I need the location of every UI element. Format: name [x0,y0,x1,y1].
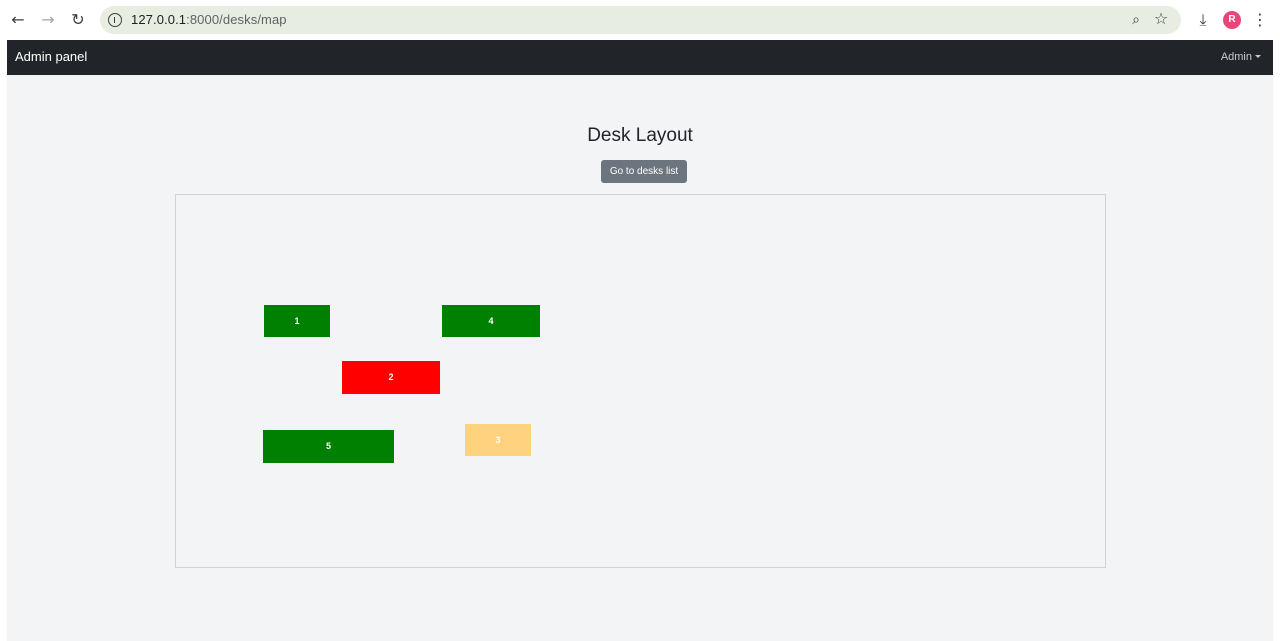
zoom-icon[interactable]: ⌕ [1126,10,1146,30]
bookmark-star-icon[interactable]: ☆ [1151,9,1171,29]
top-navbar: Admin panel Admin [7,40,1273,75]
url-host: 127.0.0.1 [131,12,187,27]
download-icon[interactable]: ⤓ [1192,9,1214,31]
desk-label: 1 [294,316,300,326]
admin-dropdown[interactable]: Admin [1221,51,1261,63]
reload-icon[interactable]: ↻ [67,9,89,31]
page-title: Desk Layout [587,125,693,146]
desk-5[interactable]: 5 [263,430,394,463]
admin-dropdown-label: Admin [1220,51,1252,63]
back-icon[interactable]: ← [7,9,29,31]
site-info-icon[interactable] [108,13,122,27]
profile-avatar[interactable]: R [1223,11,1241,29]
desk-map: 1 4 2 5 3 [175,194,1106,568]
url-path: :8000/desks/map [186,12,287,27]
page-viewport: Admin panel Admin Desk Layout Go to desk… [7,40,1273,641]
browser-toolbar: ← → ↻ 127.0.0.1:8000/desks/map ⌕ ☆ ⤓ R ⋮ [0,0,1280,40]
browser-menu-icon[interactable]: ⋮ [1252,9,1268,31]
desk-1[interactable]: 1 [264,305,330,337]
desk-label: 2 [388,372,394,382]
desk-label: 4 [488,316,494,326]
desk-3[interactable]: 3 [465,424,531,456]
go-to-desks-list-button[interactable]: Go to desks list [601,160,687,183]
desk-label: 5 [325,441,331,451]
caret-down-icon [1255,55,1261,58]
desk-4[interactable]: 4 [442,305,540,337]
address-bar[interactable]: 127.0.0.1:8000/desks/map ⌕ ☆ [100,6,1181,34]
navbar-brand[interactable]: Admin panel [15,49,87,64]
desk-2[interactable]: 2 [342,361,440,394]
url-text[interactable]: 127.0.0.1:8000/desks/map [131,12,287,27]
forward-icon[interactable]: → [37,9,59,31]
desk-label: 3 [495,435,501,445]
